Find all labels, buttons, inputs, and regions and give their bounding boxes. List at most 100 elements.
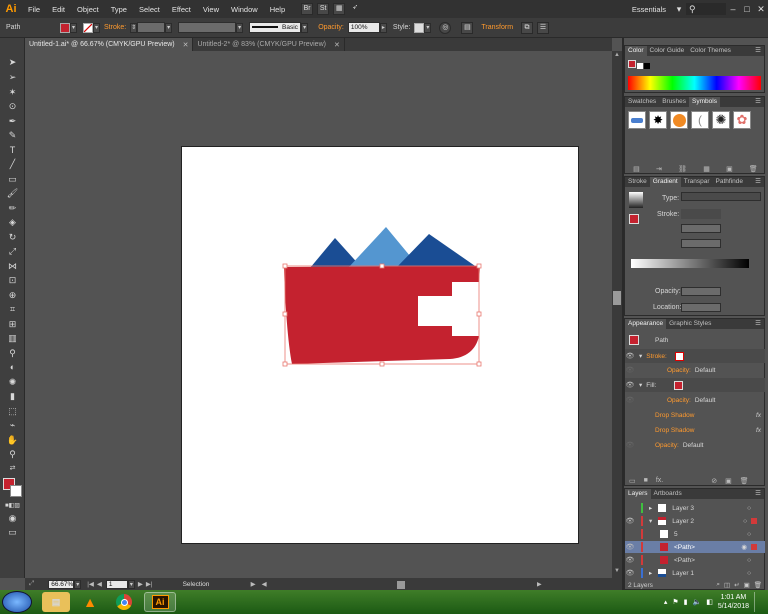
slice-tool-icon[interactable]: ⌁ [4, 419, 21, 432]
gradient-stroke-buttons[interactable] [681, 209, 721, 219]
variable-width-chevron-down-icon[interactable]: ▾ [236, 22, 244, 33]
fill-red-swatch[interactable] [674, 380, 684, 390]
fill-swatch[interactable] [60, 22, 70, 33]
vertical-scroll-thumb[interactable] [613, 291, 621, 305]
free-transform-tool-icon[interactable]: ⊡ [4, 274, 21, 287]
search-icon[interactable]: ⚲ [686, 3, 726, 15]
fx-icon[interactable]: fx [756, 427, 761, 434]
symbol-item[interactable]: ✸ [649, 111, 667, 129]
draw-mode-icon[interactable]: ◉ [4, 512, 21, 525]
panel-menu-icon[interactable]: ☰ [537, 21, 550, 34]
gpu-rocket-icon[interactable]: ➶ [349, 3, 361, 15]
appearance-row-label[interactable]: Drop Shadow [655, 427, 694, 434]
add-stroke-icon[interactable]: ▭ [629, 477, 636, 485]
target-icon[interactable]: ○ [747, 505, 751, 512]
prev-artboard-icon[interactable]: ◀ [97, 580, 102, 588]
tab-transparency[interactable]: Transpar [681, 177, 713, 187]
close-button[interactable]: ✕ [754, 4, 768, 15]
shape-builder-tool-icon[interactable]: ⊕ [4, 289, 21, 302]
stroke-stepper-icon[interactable]: ⇕ [130, 22, 138, 33]
tab-pathfinder[interactable]: Pathfinde [713, 177, 746, 187]
visibility-eye-icon[interactable]: 👁 [625, 352, 635, 360]
tab-stroke[interactable]: Stroke [625, 177, 650, 187]
show-desktop-button[interactable] [754, 592, 762, 612]
expand-arrow-icon[interactable]: ▾ [649, 517, 652, 525]
menu-view[interactable]: View [197, 5, 225, 14]
graphic-style-swatch[interactable] [414, 22, 425, 33]
stroke-swatch[interactable] [83, 22, 93, 33]
visibility-eye-icon[interactable]: 👁 [625, 366, 635, 374]
tray-app-icon[interactable]: ◧ [706, 598, 713, 606]
add-fill-icon[interactable]: ■ [644, 477, 648, 484]
gradient-aspect-field[interactable] [681, 239, 721, 248]
illustrator-taskbar-button[interactable]: Ai [144, 592, 176, 612]
menu-object[interactable]: Object [71, 5, 105, 14]
direct-selection-tool-icon[interactable]: ➢ [4, 71, 21, 84]
menu-select[interactable]: Select [133, 5, 166, 14]
first-artboard-icon[interactable]: |◀ [87, 580, 94, 588]
tab-artboards[interactable]: Artboards [651, 489, 685, 499]
menu-effect[interactable]: Effect [166, 5, 197, 14]
scroll-down-icon[interactable]: ▼ [613, 568, 621, 576]
target-icon[interactable]: ○ [747, 570, 751, 577]
tab-appearance[interactable]: Appearance [625, 319, 667, 329]
tab-color-guide[interactable]: Color Guide [647, 46, 688, 56]
style-chevron-down-icon[interactable]: ▾ [424, 22, 432, 33]
delete-icon[interactable]: 🗑 [754, 581, 762, 589]
workspace-chevron-down-icon[interactable]: ▾ [672, 4, 686, 15]
fx-icon[interactable]: fx [756, 412, 761, 419]
layer-row[interactable]: 5 ○ [625, 528, 765, 540]
artboard-number-field[interactable]: 1 [105, 579, 128, 589]
start-button[interactable] [2, 591, 32, 613]
symbol-options-icon[interactable]: ▦ [703, 165, 710, 173]
mountain-right[interactable] [396, 234, 478, 268]
add-effect-icon[interactable]: fx. [656, 477, 663, 484]
visibility-eye-icon[interactable]: 👁 [625, 569, 635, 577]
artboard-nav-icon[interactable]: ⤢ [29, 580, 34, 588]
stroke-none-swatch[interactable] [674, 351, 684, 361]
artboard-chevron-down-icon[interactable]: ▾ [127, 579, 135, 589]
rectangle-tool-icon[interactable]: ▭ [4, 173, 21, 186]
visibility-eye-icon[interactable]: 👁 [625, 381, 635, 389]
menu-help[interactable]: Help [264, 5, 291, 14]
stroke-color-swatch[interactable] [10, 485, 22, 497]
vlc-icon[interactable]: ▲ [76, 592, 104, 612]
visibility-eye-icon[interactable]: 👁 [625, 396, 635, 404]
curvature-tool-icon[interactable]: ✎ [4, 129, 21, 142]
type-tool-icon[interactable]: T [4, 144, 21, 157]
tab-brushes[interactable]: Brushes [659, 97, 689, 107]
locate-object-icon[interactable]: ⌕ [716, 581, 720, 589]
recolor-artwork-icon[interactable]: ◎ [439, 21, 452, 34]
blend-tool-icon[interactable]: ◐ [4, 361, 21, 374]
panel-menu-icon[interactable]: ☰ [752, 489, 764, 499]
symbol-item[interactable]: ✺ [712, 111, 730, 129]
stroke-weight-chevron-down-icon[interactable]: ▾ [165, 22, 173, 33]
symbol-library-icon[interactable]: ▤ [633, 165, 640, 173]
minimize-button[interactable]: – [726, 4, 740, 14]
zoom-tool-icon[interactable]: ⚲ [4, 448, 21, 461]
color-panel-fill-swatch[interactable] [628, 60, 636, 68]
expand-arrow-icon[interactable]: ▾ [639, 381, 642, 389]
lasso-tool-icon[interactable]: ⊙ [4, 100, 21, 113]
layer-row[interactable]: 👁 <Path> ○ [625, 554, 765, 566]
panel-menu-icon[interactable]: ☰ [752, 177, 764, 187]
network-icon[interactable]: ▮ [684, 598, 688, 606]
close-icon[interactable]: ✕ [183, 41, 189, 49]
scroll-up-icon[interactable]: ▲ [613, 52, 621, 60]
color-spectrum-bar[interactable] [628, 76, 761, 90]
pencil-tool-icon[interactable]: ✏ [4, 202, 21, 215]
align-icon[interactable]: ▤ [461, 21, 474, 34]
gradient-location-field[interactable] [681, 303, 721, 312]
appearance-row-label[interactable]: Drop Shadow [655, 412, 694, 419]
appearance-row-drop-shadow[interactable]: Drop Shadow fx [625, 408, 765, 422]
clock[interactable]: 1:01 AM 5/14/2018 [718, 593, 749, 611]
horizontal-scrollbar[interactable] [266, 579, 537, 589]
menu-file[interactable]: File [22, 5, 46, 14]
expand-arrow-icon[interactable]: ▸ [649, 569, 652, 577]
tab-untitled-1[interactable]: Untitled-1.ai* @ 66.67% (CMYK/GPU Previe… [25, 38, 194, 51]
gradient-slider[interactable] [631, 259, 749, 268]
visibility-eye-icon[interactable]: 👁 [625, 517, 635, 525]
expand-arrow-icon[interactable]: ▸ [649, 504, 652, 512]
menu-type[interactable]: Type [105, 5, 133, 14]
appearance-row-label[interactable]: Opacity: [667, 397, 691, 404]
